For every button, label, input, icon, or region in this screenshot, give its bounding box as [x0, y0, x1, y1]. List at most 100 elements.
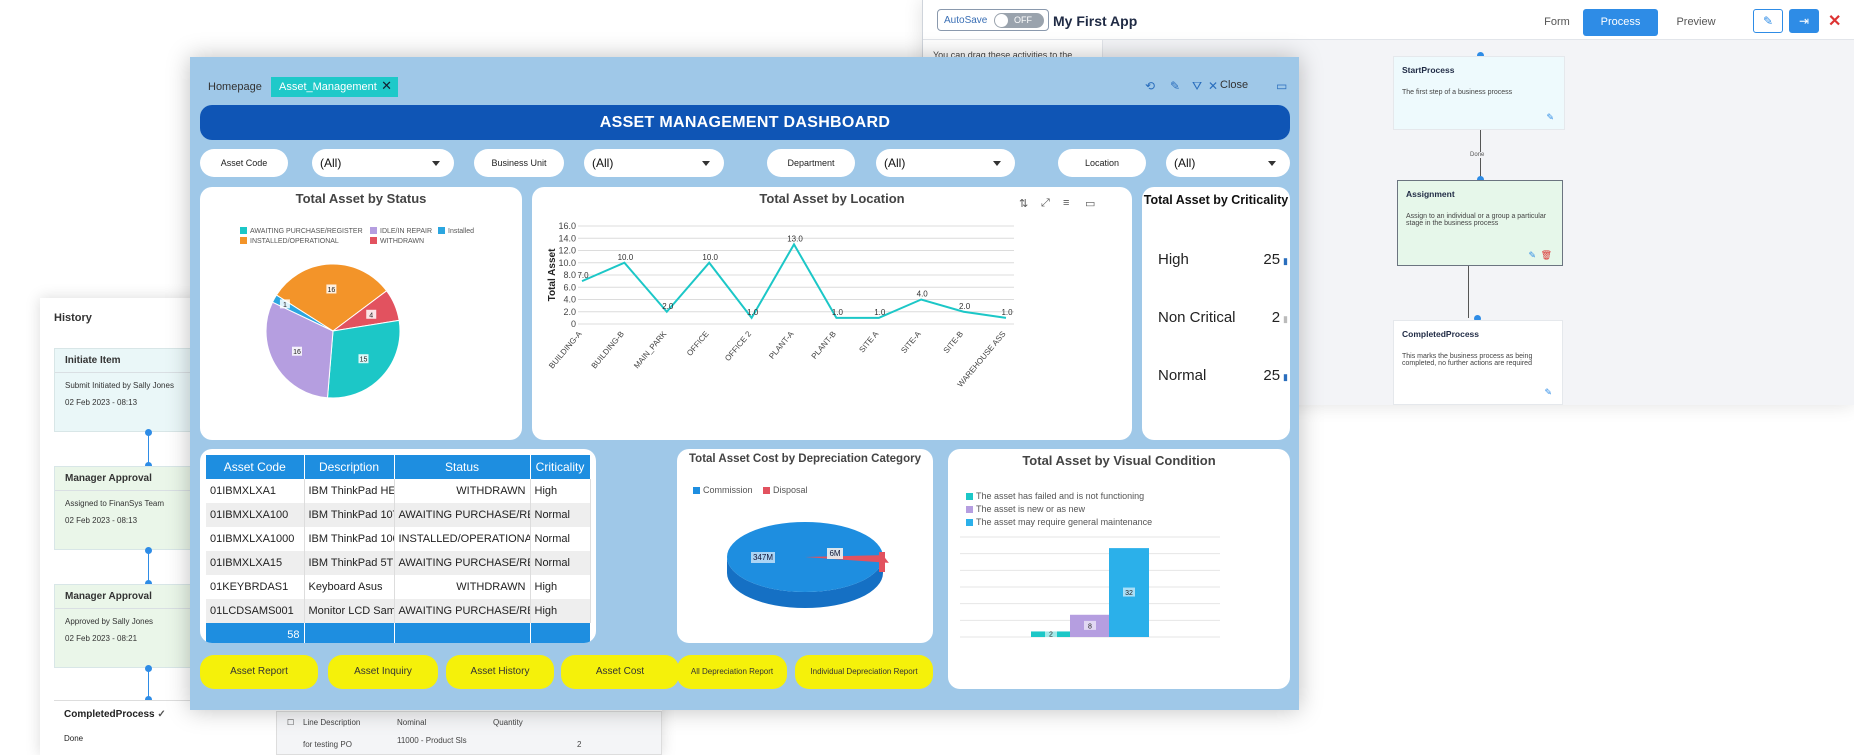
- filter-label-location: Location: [1058, 149, 1146, 177]
- refresh-icon[interactable]: ⟲: [1145, 79, 1155, 93]
- all-depreciation-report-button[interactable]: All Depreciation Report: [677, 655, 787, 689]
- bar-chart-icon: ▮: [1283, 372, 1288, 382]
- filter-select-business-unit[interactable]: (All): [584, 149, 724, 177]
- asset-inquiry-button[interactable]: Asset Inquiry: [328, 655, 438, 689]
- tab-process[interactable]: Process: [1583, 9, 1658, 36]
- cell-asset-code: 01IBMXLXA1: [206, 479, 305, 503]
- x-tick-label: BUILDING-A: [547, 329, 584, 370]
- tab-asset-management[interactable]: Asset_Management ✕: [271, 77, 398, 97]
- y-tick-label: 0: [571, 319, 576, 329]
- criticality-row-normal[interactable]: Normal 25 ▮: [1158, 367, 1288, 384]
- table-row[interactable]: 01KEYBRDAS1 Keyboard Asus WITHDRAWN High: [206, 575, 591, 599]
- edit-icon[interactable]: ✎: [1544, 387, 1552, 398]
- depreciation-pie-chart: 347M 6M: [727, 522, 889, 608]
- cell-status: AWAITING PURCHASE/REGI: [394, 551, 531, 575]
- column-header-asset-code[interactable]: Asset Code: [206, 455, 305, 479]
- data-label: 4.0: [917, 290, 929, 299]
- asset-report-button[interactable]: Asset Report: [200, 655, 318, 689]
- cell-description: IBM ThinkPad 10TE: [304, 503, 395, 527]
- edit-icon[interactable]: ✎: [1753, 9, 1783, 33]
- cell-asset-code: 01KEYBRDAS1: [206, 575, 305, 599]
- x-tick-label: WAREHOUSE ASS: [956, 330, 1008, 389]
- data-label: 1.0: [874, 308, 886, 317]
- column-header-criticality[interactable]: Criticality: [530, 455, 591, 479]
- bar-chart-icon: ▮: [1283, 256, 1288, 266]
- node-description: This marks the business process as being…: [1402, 353, 1533, 367]
- filter-select-department[interactable]: (All): [876, 149, 1015, 177]
- data-label: 4: [369, 312, 373, 319]
- close-icon[interactable]: ✕: [1828, 11, 1841, 31]
- filter-label-department: Department: [767, 149, 855, 177]
- edit-icon[interactable]: ✎: [1546, 112, 1554, 123]
- comment-icon[interactable]: ▭: [1276, 79, 1287, 93]
- delete-icon[interactable]: 🗑: [1541, 250, 1552, 261]
- chart-asset-by-status: Total Asset by Status AWAITING PURCHASE/…: [200, 187, 522, 440]
- data-label: 347M: [753, 553, 773, 562]
- autosave-switch[interactable]: OFF: [994, 13, 1044, 28]
- node-assignment[interactable]: Assignment Assign to an individual or a …: [1397, 180, 1563, 266]
- y-tick-label: 8.0: [563, 270, 576, 280]
- column-header-status[interactable]: Status: [394, 455, 531, 479]
- tab-form[interactable]: Form: [1531, 9, 1583, 36]
- data-label: 2.0: [662, 302, 674, 311]
- asset-table: Asset Code Description Status Criticalit…: [206, 455, 591, 643]
- y-tick-label: 2.0: [563, 307, 576, 317]
- edit-icon[interactable]: ✎: [1528, 250, 1536, 261]
- close-icon[interactable]: ✕: [1208, 79, 1218, 93]
- data-label: 7.0: [577, 271, 589, 280]
- data-label: 32: [1125, 590, 1133, 597]
- chevron-down-icon: [1268, 161, 1276, 166]
- column-header-description[interactable]: Description: [304, 455, 395, 479]
- table-row[interactable]: 01IBMXLXA100IBM ThinkPad 10TEAWAITING PU…: [206, 503, 591, 527]
- toggle-knob: [995, 14, 1008, 27]
- node-start-process[interactable]: StartProcess The first step of a busines…: [1393, 56, 1565, 130]
- edge-label: Done: [1470, 152, 1485, 158]
- series-line: [581, 242, 1007, 320]
- cell-description: IBM ThinkPad 5TB: [304, 551, 395, 575]
- history-completed-title: CompletedProcess: [64, 709, 155, 720]
- table-row[interactable]: 01IBMXLXA1000IBM ThinkPad 100TINSTALLED/…: [206, 527, 591, 551]
- filter-value: (All): [592, 156, 614, 170]
- table-row[interactable]: 01LCDSAMS001Monitor LCD SamsuAWAITING PU…: [206, 599, 591, 623]
- data-label: 2.0: [959, 302, 971, 311]
- asset-cost-button[interactable]: Asset Cost: [561, 655, 679, 689]
- table-row[interactable]: 01IBMXLXA15 IBM ThinkPad 5TB AWAITING PURC…: [206, 551, 591, 575]
- status-pie-chart: 16 4 15 16 1: [265, 263, 401, 399]
- data-label: 15: [360, 357, 368, 364]
- asset-history-button[interactable]: Asset History: [446, 655, 554, 689]
- tab-preview[interactable]: Preview: [1665, 9, 1727, 36]
- filter-clear-icon[interactable]: ⛛: [1192, 79, 1202, 94]
- criticality-label: Non Critical: [1158, 309, 1236, 326]
- node-title: StartProcess: [1402, 65, 1455, 75]
- criticality-row-non-critical[interactable]: Non Critical 2 ▮: [1158, 309, 1288, 326]
- check-circle-icon: ✓: [157, 709, 166, 720]
- po-row-quantity: 2: [577, 740, 582, 749]
- checkbox[interactable]: ☐: [287, 718, 294, 727]
- table-total-row: 58: [206, 623, 591, 643]
- autosave-toggle[interactable]: AutoSave OFF: [937, 9, 1049, 31]
- chevron-down-icon: [993, 161, 1001, 166]
- individual-depreciation-report-button[interactable]: Individual Depreciation Report: [795, 655, 933, 689]
- asset-table-panel: Asset Code Description Status Criticalit…: [200, 449, 596, 643]
- filter-label-business-unit: Business Unit: [474, 149, 564, 177]
- cell-empty: [304, 623, 395, 643]
- cell-status: AWAITING PURCHASE/REGI: [394, 599, 531, 623]
- filter-value: (All): [320, 156, 342, 170]
- filter-select-location[interactable]: (All): [1166, 149, 1290, 177]
- breadcrumb-homepage[interactable]: Homepage: [208, 81, 262, 93]
- edit-icon[interactable]: ✎: [1170, 79, 1180, 93]
- history-connector: [148, 550, 149, 584]
- table-row[interactable]: 01IBMXLXA1IBM ThinkPad HELIWITHDRAWNHigh: [206, 479, 591, 503]
- close-tab-icon[interactable]: ✕: [381, 78, 392, 94]
- criticality-row-high[interactable]: High 25 ▮: [1158, 251, 1288, 268]
- filter-select-asset-code[interactable]: (All): [312, 149, 454, 177]
- data-label: 8: [1088, 623, 1092, 630]
- connector-line: [1468, 266, 1469, 318]
- exit-icon[interactable]: ⇥: [1789, 9, 1819, 33]
- po-line-grid: ☐ Line Description Nominal Quantity for …: [276, 711, 662, 755]
- cell-description: Keyboard Asus: [304, 575, 395, 599]
- node-completed-process[interactable]: CompletedProcess This marks the business…: [1393, 320, 1563, 405]
- close-label[interactable]: Close: [1220, 79, 1248, 91]
- data-label: 1: [283, 302, 287, 309]
- chevron-down-icon: [432, 161, 440, 166]
